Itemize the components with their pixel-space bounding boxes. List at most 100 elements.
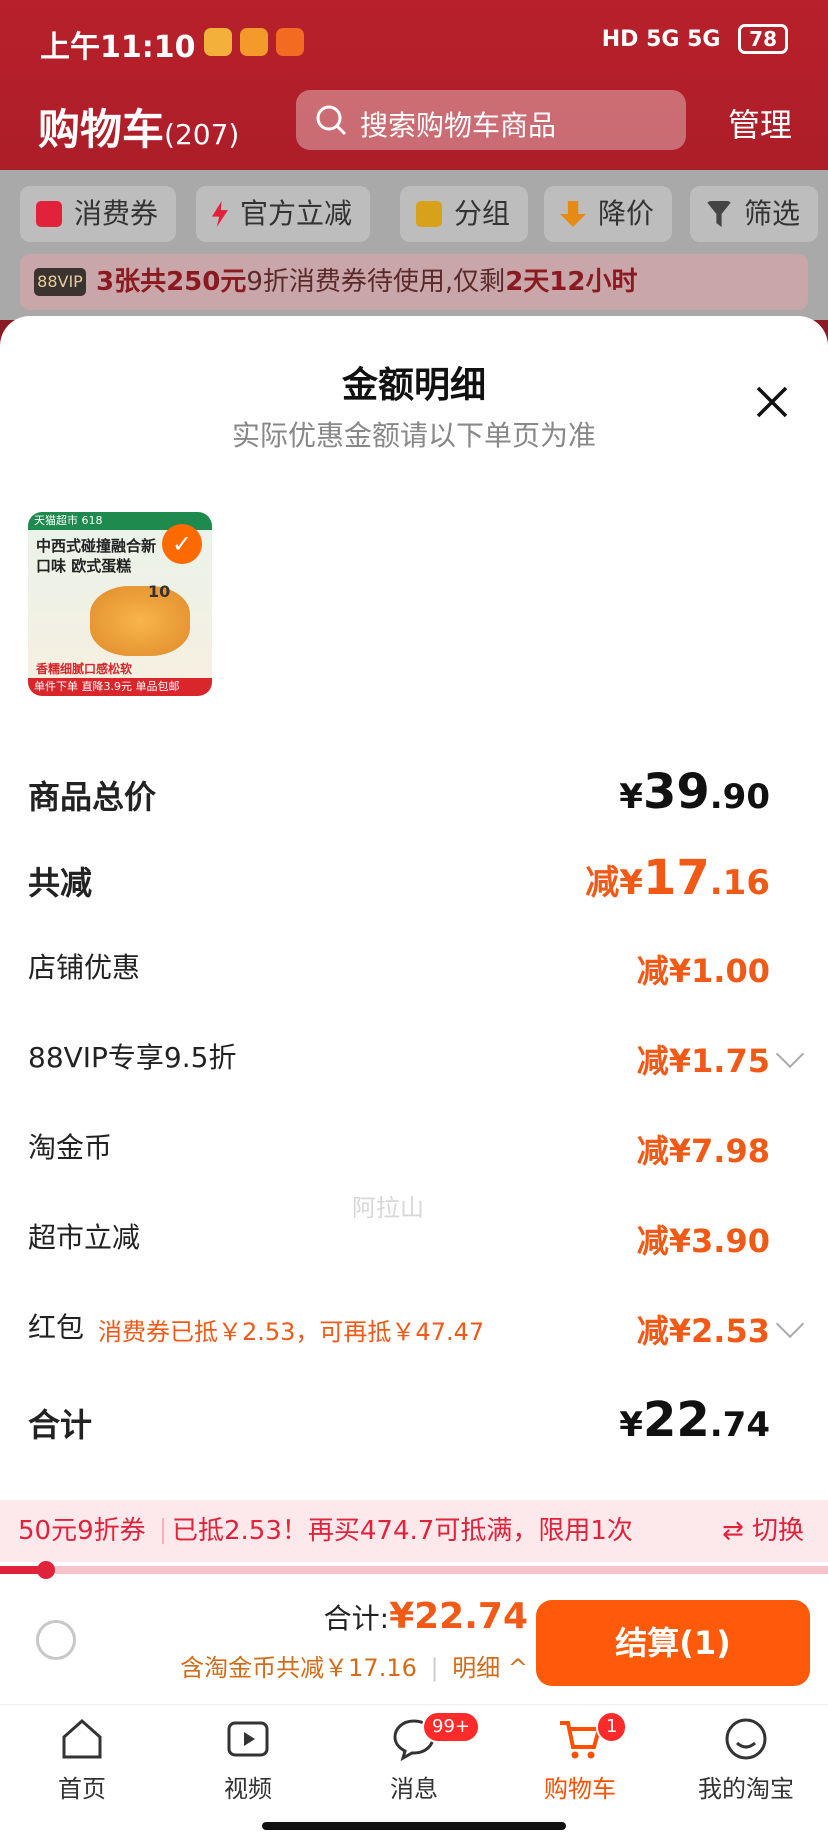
- prefix: 减¥: [585, 863, 643, 903]
- message-badge: 99+: [422, 1711, 480, 1743]
- sum-value: ¥22.74: [619, 1392, 770, 1448]
- vip-discount-label: 88VIP专享9.5折: [28, 1041, 237, 1074]
- sum-label: 合计: [28, 1406, 93, 1444]
- total-discount-label: 共减: [28, 864, 93, 902]
- row-total-discount: 共减 减¥17.16: [28, 850, 800, 910]
- market-discount-value: 减¥3.90: [636, 1222, 770, 1260]
- total-price-label: 商品总价: [28, 778, 157, 816]
- filter-label: 分组: [454, 197, 511, 230]
- filter-label: 消费券: [74, 197, 159, 230]
- tab-label: 视频: [224, 1775, 272, 1803]
- sheet-title: 金额明细: [341, 365, 486, 406]
- arrow-down-icon: [560, 201, 586, 227]
- sheet-subtitle: 实际优惠金额请以下单页为准: [231, 419, 596, 452]
- filter-label: 筛选: [744, 197, 801, 230]
- row-market-discount: 超市立减 减¥3.90: [28, 1216, 800, 1266]
- network-indicator: HD 5G 5G: [601, 27, 721, 52]
- row-coins: 淘金币 减¥7.98: [28, 1126, 800, 1176]
- cake-image: [90, 586, 190, 656]
- tab-my-taobao[interactable]: 我的淘宝: [686, 1715, 806, 1804]
- row-redpacket[interactable]: 红包 消费券已抵￥2.53，可再抵￥47.47 减¥2.53: [28, 1306, 805, 1356]
- checkout-button[interactable]: 结算(1): [536, 1600, 810, 1686]
- checkout-total: 合计:¥22.74: [324, 1596, 528, 1637]
- divider: |: [430, 1654, 439, 1682]
- chevron-down-icon[interactable]: [775, 1309, 805, 1339]
- select-all-checkbox[interactable]: [36, 1620, 76, 1660]
- filter-official-discount[interactable]: 官方立减: [196, 186, 371, 242]
- total-discount-value: 减¥17.16: [585, 850, 770, 906]
- row-sum: 合计 ¥22.74: [28, 1392, 800, 1452]
- row-vip-discount[interactable]: 88VIP专享9.5折 减¥1.75: [28, 1036, 805, 1086]
- shop-discount-label: 店铺优惠: [28, 951, 141, 984]
- profile-icon: [725, 1718, 767, 1760]
- app-icon: [240, 28, 268, 56]
- notification-icon: [204, 28, 232, 56]
- redpacket-label: 红包: [28, 1311, 85, 1344]
- product-footer: 单件下单 直降3.9元 单品包邮: [28, 678, 212, 696]
- vip-coupon-bar[interactable]: 88VIP 3张共250元9折消费券待使用,仅剩2天12小时: [20, 254, 808, 310]
- checkmark-icon[interactable]: ✓: [162, 524, 202, 564]
- filter-group[interactable]: 分组: [400, 186, 529, 242]
- funnel-icon: [706, 201, 732, 227]
- tab-messages[interactable]: 消息 99+: [354, 1711, 480, 1804]
- chevron-down-icon[interactable]: [775, 1039, 805, 1069]
- vip-badge: 88VIP: [34, 268, 86, 296]
- lightning-icon: [212, 201, 228, 227]
- mi-icon: [276, 28, 304, 56]
- divider: [162, 1518, 164, 1544]
- row-total-price: 商品总价 ¥39.90: [28, 764, 800, 824]
- yen: ¥: [619, 1405, 643, 1445]
- cart-title: 购物车: [38, 105, 165, 154]
- checkout-bar: 合计:¥22.74 含淘金币共减￥17.16 | 明细 ^ 结算(1): [0, 1580, 828, 1704]
- tab-cart[interactable]: 购物车 1: [520, 1711, 640, 1804]
- coins-label: 淘金币: [28, 1131, 113, 1164]
- home-indicator[interactable]: [262, 1822, 566, 1830]
- filter-price-drop[interactable]: 降价: [544, 186, 673, 242]
- folder-icon: [416, 201, 442, 227]
- tab-label: 首页: [58, 1775, 106, 1803]
- product-thumbnail[interactable]: 天猫超市 618 中西式碰撞融合新口味 欧式蛋糕 10 香糯细腻口感松软 单件下…: [28, 512, 212, 696]
- status-right: HD 5G 5G 78: [602, 24, 788, 54]
- coupon-bar[interactable]: 50元9折券 已抵2.53！再买474.7可抵满，限用1次 ⇄ 切换: [0, 1500, 828, 1562]
- filter-area: 消费券 官方立减 分组 降价 筛选 88VIP 3张共250元9折消费券待使用,…: [0, 170, 828, 320]
- redpacket-value: 减¥2.53: [636, 1312, 770, 1350]
- total-value: ¥22.74: [389, 1596, 528, 1637]
- close-icon[interactable]: [752, 382, 792, 422]
- dec: .90: [709, 777, 770, 817]
- switch-button[interactable]: ⇄ 切换: [722, 1500, 804, 1562]
- search-input[interactable]: 搜索购物车商品: [296, 90, 686, 150]
- detail-toggle[interactable]: 明细 ^: [452, 1654, 528, 1682]
- total-price-value: ¥39.90: [619, 764, 770, 820]
- filter-label: 官方立减: [240, 197, 353, 230]
- search-icon: [316, 105, 347, 136]
- page-title: 购物车(207): [38, 96, 239, 157]
- filter-coupon[interactable]: 消费券: [20, 186, 177, 242]
- manage-button[interactable]: 管理: [728, 100, 792, 146]
- battery-icon: 78: [738, 24, 788, 54]
- row-shop-discount: 店铺优惠 减¥1.00: [28, 946, 800, 996]
- product-slogan: 香糯细腻口感松软: [36, 662, 133, 676]
- checkout-sub[interactable]: 含淘金币共减￥17.16 | 明细 ^: [180, 1648, 528, 1683]
- product-price-tag: 10: [148, 582, 171, 601]
- filter-label: 降价: [598, 197, 655, 230]
- search-placeholder: 搜索购物车商品: [360, 109, 557, 142]
- cart-count: (207): [164, 118, 240, 151]
- status-bar: 上午11:10 HD 5G 5G 78: [0, 0, 828, 84]
- bottom-tab-bar: 首页 视频 消息 99+ 购物车 1 我的淘宝: [0, 1704, 828, 1841]
- tab-video[interactable]: 视频: [188, 1715, 308, 1804]
- coins-value: 减¥7.98: [636, 1132, 770, 1170]
- dec: .16: [709, 863, 770, 903]
- filter-sift[interactable]: 筛选: [690, 186, 819, 242]
- vip-mid: 9折消费券待使用,仅剩: [246, 267, 506, 297]
- tab-home[interactable]: 首页: [22, 1715, 142, 1804]
- vip-text: 3张共250元9折消费券待使用,仅剩2天12小时: [96, 254, 637, 310]
- coupon-name: 50元9折券: [18, 1516, 146, 1546]
- int: 22: [642, 1392, 710, 1448]
- coupon-icon: [36, 201, 62, 227]
- vip-time: 2天12小时: [505, 267, 638, 297]
- shop-discount-value: 减¥1.00: [636, 952, 770, 990]
- tab-label: 购物车: [544, 1775, 616, 1803]
- vip-highlight: 3张共250元: [96, 267, 247, 297]
- yen: ¥: [619, 777, 643, 817]
- coupon-progress-text: 已抵2.53！再买474.7可抵满，限用1次: [172, 1516, 633, 1546]
